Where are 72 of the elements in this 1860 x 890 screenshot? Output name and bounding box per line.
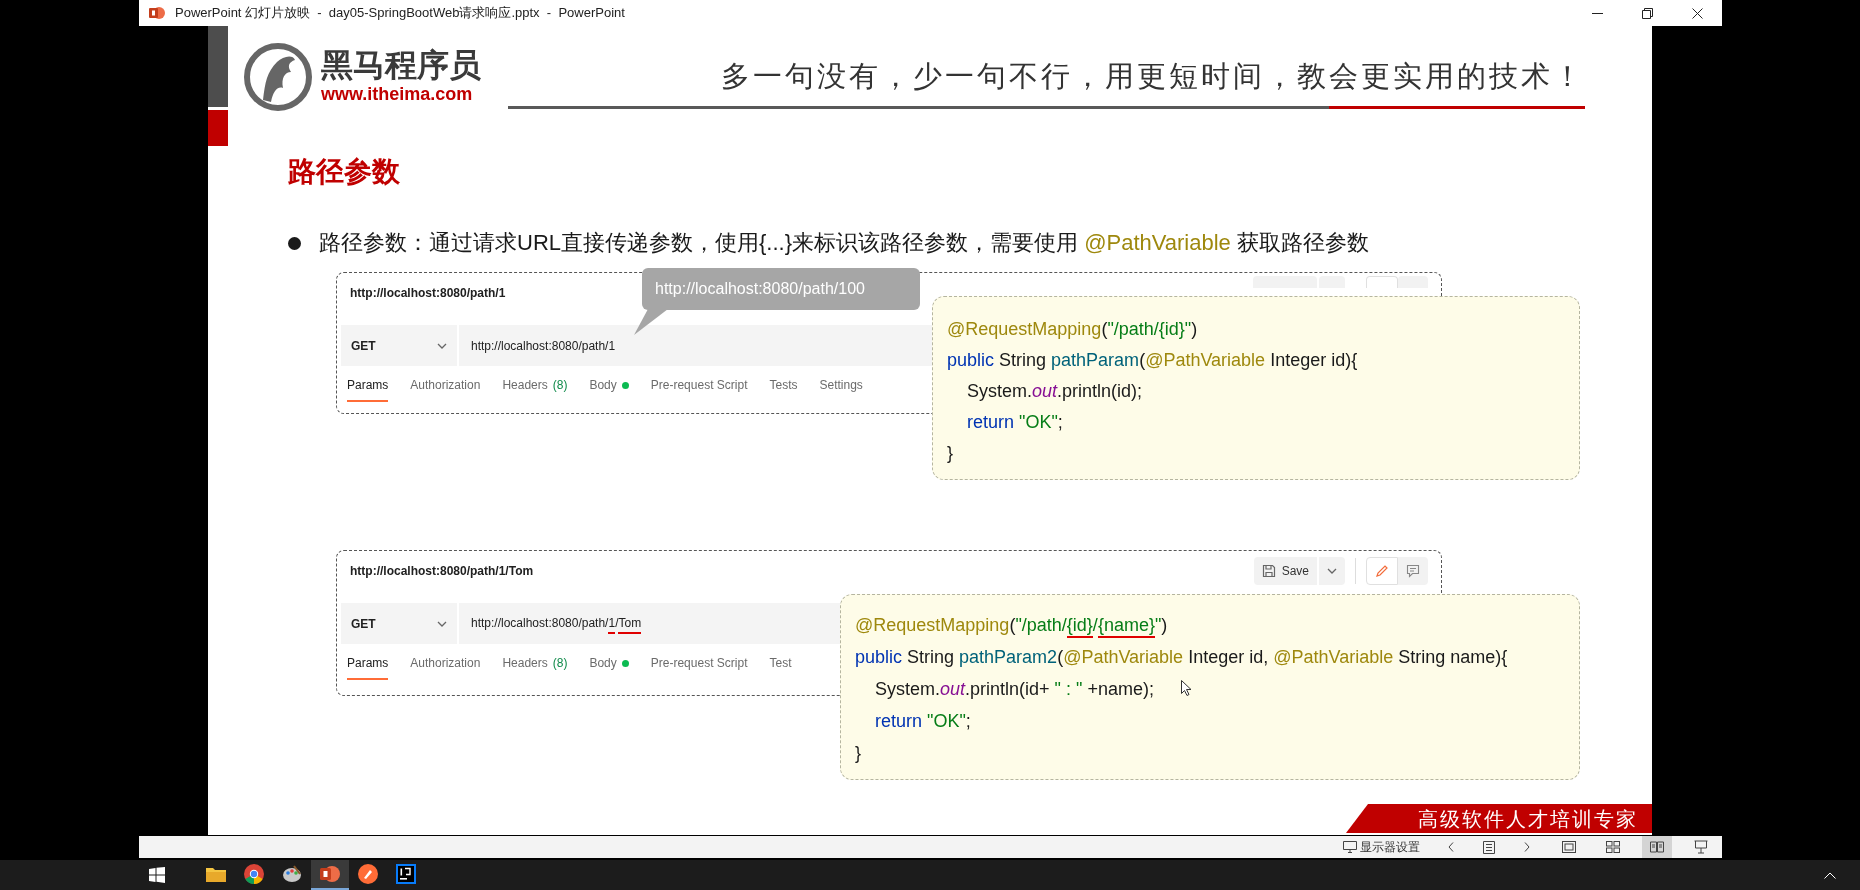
save-icon (1261, 564, 1276, 578)
request-title: http://localhost:8080/path/1/Tom (350, 563, 534, 580)
code-line: @RequestMapping("/path/{id}/{name}") (855, 609, 1168, 641)
windows-icon (149, 867, 165, 883)
restore-icon (1641, 7, 1653, 19)
slogan: 多一句没有，少一句不行，用更短时间，教会更实用的技术！ (721, 59, 1585, 94)
request-tab[interactable]: Authorization (410, 654, 481, 680)
caret-icon (437, 620, 447, 627)
minimize-icon (1591, 12, 1603, 14)
request-tab[interactable]: Test (769, 654, 792, 680)
request-tab[interactable]: Body (589, 376, 629, 402)
method-dropdown[interactable]: GET (341, 603, 459, 644)
view-button[interactable] (1642, 836, 1672, 858)
pen-circle-icon (358, 864, 378, 884)
slide-title: 路径参数 (288, 155, 400, 189)
chevron-up-icon (1824, 871, 1836, 879)
folder-icon (206, 866, 226, 882)
book-icon (1650, 841, 1664, 853)
request-tab[interactable]: Headers (8) (502, 376, 568, 402)
request-tab[interactable]: Authorization (410, 376, 481, 402)
save-button[interactable]: Save (1253, 557, 1317, 585)
code-line: return "OK"; (874, 710, 971, 733)
chevron-left-icon (1448, 842, 1454, 852)
chevron-right-icon (1524, 842, 1530, 852)
ide-icon (396, 864, 416, 884)
method-dropdown[interactable]: GET (341, 325, 459, 366)
request-tab[interactable]: Params (347, 376, 389, 402)
code-line: System.out.println(id+ " : " +name); (874, 678, 1154, 701)
bullet-text: 路径参数：通过请求URL直接传递参数，使用{...}来标识该路径参数，需要使用 @PathVariable 获取路径参数 (319, 229, 1369, 257)
code-line: @RequestMapping("/path/{id}") (947, 318, 1198, 341)
comment-button[interactable] (1398, 557, 1428, 585)
url-field[interactable]: http://localhost:8080/path/1/Tom (471, 613, 642, 634)
code-line: } (855, 742, 861, 765)
side-bar (208, 110, 228, 146)
logo-icon (243, 42, 313, 112)
request-tab[interactable]: Headers (8) (502, 654, 568, 680)
request-tab[interactable]: Pre-request Script (650, 654, 748, 680)
logo-name: 黑马程序员 (321, 47, 481, 83)
app-icon (149, 6, 165, 20)
code-line: System.out.println(id); (966, 380, 1143, 403)
palette-icon (282, 864, 302, 884)
tooltip-pointer (634, 309, 668, 335)
request-title: http://localhost:8080/path/1 (350, 285, 506, 302)
request-tab[interactable]: Body (589, 654, 629, 680)
projector-screen-icon (1694, 840, 1708, 854)
taskbar-app-button[interactable] (311, 860, 349, 890)
monitor-icon (1343, 841, 1357, 853)
logo-url: www.itheima.com (321, 83, 474, 105)
window-title: PowerPoint 幻灯片放映 - day05-SpringBootWeb请求响应.pptx - PowerPoint (175, 4, 625, 23)
edit-button[interactable] (1366, 557, 1398, 585)
request-tab[interactable]: Params (347, 654, 389, 680)
request-tab[interactable]: Tests (769, 376, 798, 402)
code-line: } (947, 442, 953, 465)
code-line: return "OK"; (966, 411, 1063, 434)
mouse-cursor-icon (1181, 680, 1192, 696)
pencil-icon (1375, 564, 1389, 578)
display-settings-button[interactable]: 显示器设置 (1343, 838, 1420, 856)
request-tab[interactable]: Pre-request Script (650, 376, 748, 402)
notes-icon (1483, 840, 1495, 854)
url-field[interactable]: http://localhost:8080/path/1 (471, 336, 616, 355)
comment-icon (1406, 564, 1420, 578)
grid-view-icon (1606, 841, 1620, 853)
normal-view-icon (1562, 841, 1576, 853)
code-line: public String pathParam2(@PathVariable Integer id, @PathVariable String name){ (855, 646, 1508, 669)
code-line: public String pathParam(@PathVariable Integer id){ (947, 349, 1358, 372)
request-tab[interactable]: Settings (819, 376, 863, 402)
presentation-app-icon (320, 865, 340, 883)
close-icon (1691, 7, 1703, 19)
colored-circle-icon (244, 864, 264, 884)
caret-icon (1327, 568, 1337, 574)
banner-text: 高级软件人才培训专家 (1418, 806, 1638, 832)
caret-icon (437, 342, 447, 349)
